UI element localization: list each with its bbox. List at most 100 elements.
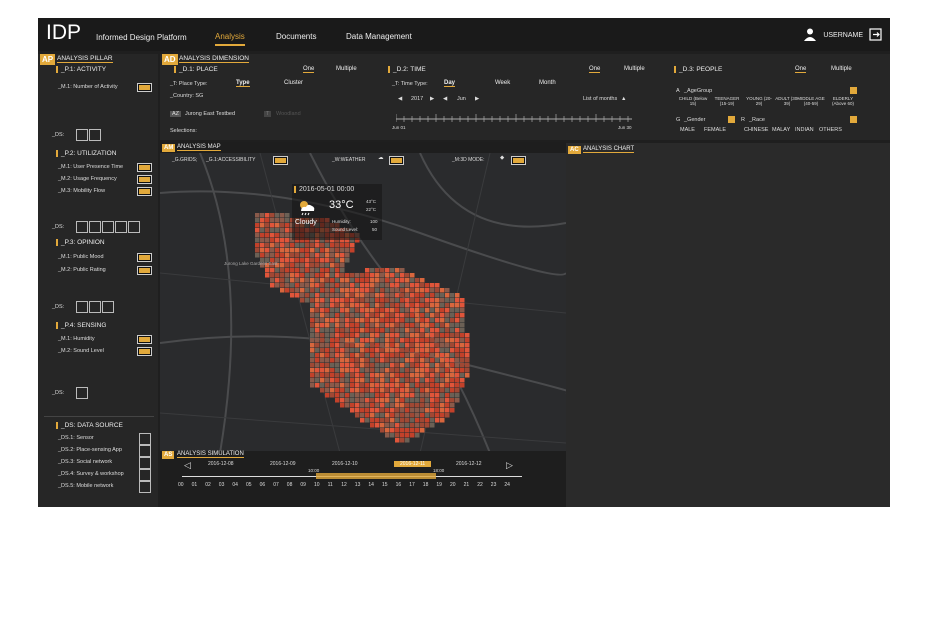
prev-month-icon[interactable]: ◀ (443, 96, 447, 102)
heat-cell (440, 368, 445, 373)
sim-date[interactable]: 2016-12-08 (208, 461, 234, 467)
utilization-m2-toggle[interactable] (137, 175, 152, 184)
people-one-option[interactable]: One (795, 66, 807, 73)
place-multiple-option[interactable]: Multiple (336, 66, 357, 72)
time-multiple-option[interactable]: Multiple (624, 66, 645, 72)
sim-hour[interactable]: 09 (300, 482, 306, 488)
heat-cell (415, 313, 420, 318)
gender-option[interactable]: FEMALE (704, 127, 726, 133)
sim-date[interactable]: 2016-12-10 (332, 461, 358, 467)
heat-cell (295, 278, 300, 283)
sim-hour[interactable]: 06 (260, 482, 266, 488)
age-group-option[interactable]: ELDERLY (Above 60) (828, 96, 858, 106)
sim-hour[interactable]: 10 (314, 482, 320, 488)
region2-name[interactable]: Woodland (276, 111, 301, 117)
app-icon[interactable] (89, 301, 101, 313)
race-option[interactable]: MALAY (772, 127, 790, 133)
3d-mode-toggle[interactable] (511, 156, 526, 165)
sim-hour[interactable]: 18 (423, 482, 429, 488)
sim-hour[interactable]: 21 (464, 482, 470, 488)
sim-hour[interactable]: 23 (491, 482, 497, 488)
mobile-icon[interactable] (128, 221, 140, 233)
accessibility-toggle[interactable] (273, 156, 288, 165)
age-group-option[interactable]: YOUNG (20-29) (744, 96, 774, 106)
place-one-option[interactable]: One (303, 66, 315, 73)
sensor-icon[interactable] (76, 387, 88, 399)
network-icon[interactable] (102, 301, 114, 313)
sim-hour[interactable]: 14 (368, 482, 374, 488)
weather-toggle[interactable] (389, 156, 404, 165)
place-type-option[interactable]: Type (236, 80, 250, 87)
sim-hour[interactable]: 05 (246, 482, 252, 488)
next-year-icon[interactable]: ▶ (430, 96, 434, 102)
sensor-icon[interactable] (76, 221, 88, 233)
sim-hour[interactable]: 04 (232, 482, 238, 488)
age-group-option[interactable]: TEENAGER (15-19) (712, 96, 742, 106)
sim-hour[interactable]: 19 (436, 482, 442, 488)
sim-hour[interactable]: 00 (178, 482, 184, 488)
sim-hour[interactable]: 15 (382, 482, 388, 488)
day-timeline[interactable] (396, 114, 632, 124)
place-cluster-option[interactable]: Cluster (284, 80, 303, 86)
nav-documents[interactable]: Documents (276, 32, 316, 41)
logout-icon[interactable] (869, 27, 882, 43)
age-group-option[interactable]: CHILD (Below 15) (678, 96, 708, 106)
race-option[interactable]: OTHERS (819, 127, 842, 133)
sim-date[interactable]: 2016-12-09 (270, 461, 296, 467)
sim-hour[interactable]: 03 (219, 482, 225, 488)
race-option[interactable]: CHINESE (744, 127, 768, 133)
document-icon[interactable] (89, 221, 101, 233)
app-icon[interactable] (102, 221, 114, 233)
time-month-option[interactable]: Month (539, 80, 556, 86)
time-week-option[interactable]: Week (495, 80, 510, 86)
time-day-option[interactable]: Day (444, 80, 456, 87)
prev-year-icon[interactable]: ◀ (398, 96, 402, 102)
opinion-m2-toggle[interactable] (137, 266, 152, 275)
network-icon[interactable] (115, 221, 127, 233)
nav-analysis[interactable]: Analysis (215, 32, 245, 46)
sim-hour[interactable]: 08 (287, 482, 293, 488)
time-one-option[interactable]: One (589, 66, 601, 73)
sim-hour[interactable]: 11 (328, 482, 333, 488)
sim-hour[interactable]: 17 (409, 482, 415, 488)
document-icon[interactable] (76, 301, 88, 313)
utilization-m1-toggle[interactable] (137, 163, 152, 172)
opinion-m1-toggle[interactable] (137, 253, 152, 262)
race-toggle[interactable] (850, 116, 857, 123)
heat-cell (465, 373, 470, 378)
sim-hour[interactable]: 20 (450, 482, 456, 488)
list-toggle-icon[interactable]: ▲ (621, 96, 626, 102)
sim-hour[interactable]: 01 (192, 482, 198, 488)
next-month-icon[interactable]: ▶ (475, 96, 479, 102)
sim-date[interactable]: 2016-12-11 (394, 461, 432, 467)
heat-cell (380, 348, 385, 353)
sim-hour[interactable]: 02 (205, 482, 211, 488)
sensing-m1-toggle[interactable] (137, 335, 152, 344)
age-group-option[interactable]: MIDDLE AGE (40-59) (796, 96, 826, 106)
sim-hour[interactable]: 07 (273, 482, 279, 488)
sensing-m2-toggle[interactable] (137, 347, 152, 356)
heat-cell (455, 333, 460, 338)
prev-date-icon[interactable]: ◁ (184, 460, 191, 471)
next-date-icon[interactable]: ▷ (506, 460, 513, 471)
heat-cell (430, 343, 435, 348)
sim-hour[interactable]: 24 (504, 482, 510, 488)
age-group-toggle[interactable] (850, 87, 857, 94)
region-name[interactable]: Jurong East Testbed (185, 111, 235, 117)
sim-hour[interactable]: 16 (396, 482, 402, 488)
time-range-selection[interactable] (316, 473, 436, 479)
sim-hour[interactable]: 12 (341, 482, 347, 488)
sim-hour[interactable]: 22 (477, 482, 483, 488)
people-multiple-option[interactable]: Multiple (831, 66, 852, 72)
sim-date[interactable]: 2016-12-12 (456, 461, 482, 467)
user-menu[interactable]: USERNAME (803, 27, 882, 43)
gender-toggle[interactable] (728, 116, 735, 123)
gender-option[interactable]: MALE (680, 127, 695, 133)
race-option[interactable]: INDIAN (795, 127, 814, 133)
sim-hour[interactable]: 13 (355, 482, 361, 488)
activity-m1-toggle[interactable] (137, 83, 152, 92)
nav-data-management[interactable]: Data Management (346, 32, 412, 41)
app-icon[interactable] (89, 129, 101, 141)
document-icon[interactable] (76, 129, 88, 141)
utilization-m3-toggle[interactable] (137, 187, 152, 196)
